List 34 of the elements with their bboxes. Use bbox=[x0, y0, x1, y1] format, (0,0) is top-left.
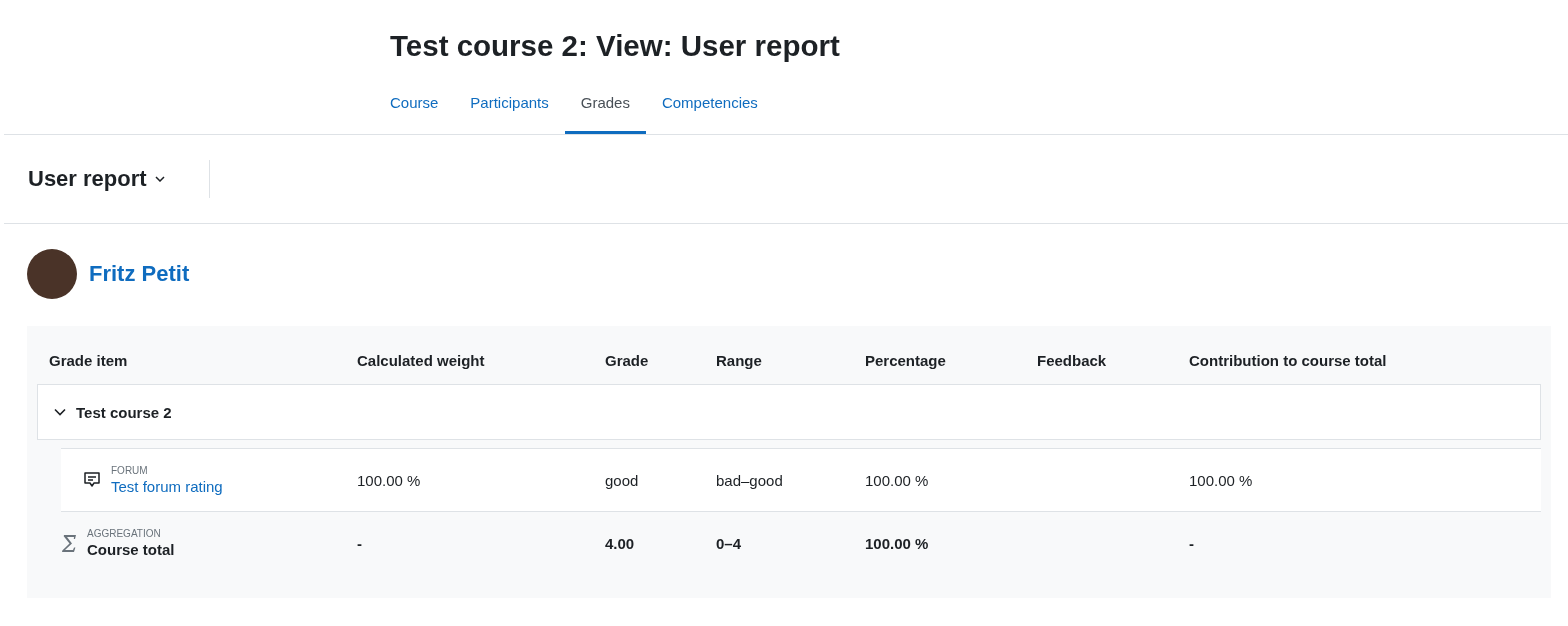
column-header: Range bbox=[716, 351, 763, 369]
forum-icon bbox=[83, 471, 101, 489]
column-header: Calculated weight bbox=[357, 351, 486, 369]
table-cell-text: bad–good bbox=[716, 471, 784, 489]
nav-tab[interactable]: Participants bbox=[454, 84, 565, 134]
table-cell-text: - bbox=[357, 534, 363, 552]
table-cell-text: 100.00 % bbox=[357, 471, 422, 489]
nav-tab[interactable]: Grades bbox=[564, 84, 646, 134]
column-header: Grade bbox=[605, 351, 650, 369]
item-type-label: FORUM bbox=[111, 465, 149, 476]
avatar bbox=[27, 249, 77, 299]
user-name-link[interactable]: Fritz Petit bbox=[89, 261, 190, 287]
table-cell-text: - bbox=[1189, 534, 1195, 552]
caret-icon bbox=[154, 176, 165, 182]
chevron-icon[interactable] bbox=[54, 408, 66, 416]
column-header: Feedback bbox=[1037, 351, 1108, 369]
table-cell-text: 0–4 bbox=[716, 534, 743, 552]
category-name: Test course 2 bbox=[76, 403, 172, 421]
sigma-icon bbox=[61, 533, 77, 553]
page-title: Test course 2: View: User report bbox=[389, 28, 841, 64]
report-selector[interactable]: User report bbox=[28, 166, 209, 192]
column-header: Grade item bbox=[49, 351, 129, 369]
nav-tab[interactable]: Course bbox=[374, 84, 455, 134]
table-cell-text: 100.00 % bbox=[865, 471, 930, 489]
table-cell-text: 100.00 % bbox=[1189, 471, 1254, 489]
table-cell-text: good bbox=[605, 471, 640, 489]
grade-item-link[interactable]: Test forum rating bbox=[111, 478, 223, 495]
item-type-label: AGGREGATION bbox=[87, 528, 162, 539]
grade-item-name: Course total bbox=[87, 541, 175, 558]
column-header: Contribution to course total bbox=[1189, 351, 1388, 369]
table-cell-text: 4.00 bbox=[605, 534, 636, 552]
column-header: Percentage bbox=[865, 351, 947, 369]
table-cell-text: 100.00 % bbox=[865, 534, 930, 552]
nav-tab[interactable]: Competencies bbox=[645, 84, 774, 134]
